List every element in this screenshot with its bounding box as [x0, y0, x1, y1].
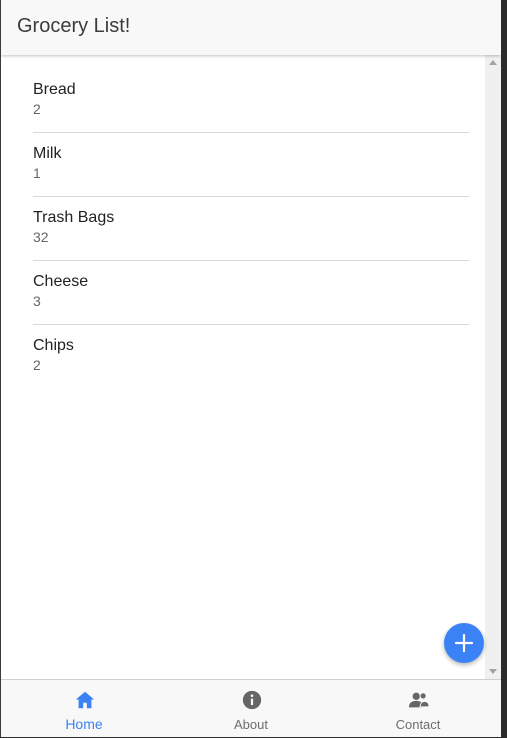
tab-contact[interactable]: Contact: [335, 680, 501, 737]
tab-home[interactable]: Home: [1, 680, 167, 737]
grocery-list: Bread 2 Milk 1 Trash Bags 32 Cheese 3 Ch…: [33, 69, 469, 389]
grocery-list-content[interactable]: Bread 2 Milk 1 Trash Bags 32 Cheese 3 Ch…: [1, 55, 485, 679]
scroll-up-arrow-icon[interactable]: [489, 60, 497, 65]
list-item[interactable]: Chips 2: [33, 325, 469, 389]
item-quantity: 2: [33, 357, 41, 373]
item-quantity: 32: [33, 229, 49, 245]
item-quantity: 1: [33, 165, 41, 181]
vertical-scrollbar[interactable]: [485, 55, 501, 679]
info-icon: [242, 690, 262, 710]
item-name: Trash Bags: [33, 209, 115, 226]
bottom-tab-bar: Home About Contact: [1, 679, 501, 737]
list-item[interactable]: Trash Bags 32: [33, 197, 469, 261]
item-name: Cheese: [33, 273, 89, 290]
tab-label: About: [234, 717, 268, 732]
list-item[interactable]: Bread 2: [33, 69, 469, 133]
home-icon: [75, 691, 95, 709]
add-item-button[interactable]: [444, 623, 484, 663]
people-icon: [408, 692, 430, 708]
tab-label: Contact: [395, 717, 441, 732]
background-window-edge: [501, 0, 507, 738]
list-item[interactable]: Cheese 3: [33, 261, 469, 325]
item-quantity: 3: [33, 293, 41, 309]
item-name: Chips: [33, 337, 74, 354]
scroll-down-arrow-icon[interactable]: [489, 669, 497, 674]
item-quantity: 2: [33, 101, 41, 117]
page-title: Grocery List!: [17, 15, 131, 37]
tab-label: Home: [65, 716, 103, 732]
plus-icon: [454, 633, 474, 653]
item-name: Milk: [33, 145, 62, 162]
tab-about[interactable]: About: [168, 680, 334, 737]
item-name: Bread: [33, 81, 76, 98]
app-window: Grocery List! Bread 2 Milk 1 Trash Bags …: [0, 0, 501, 737]
toolbar: Grocery List!: [1, 0, 501, 55]
list-item[interactable]: Milk 1: [33, 133, 469, 197]
